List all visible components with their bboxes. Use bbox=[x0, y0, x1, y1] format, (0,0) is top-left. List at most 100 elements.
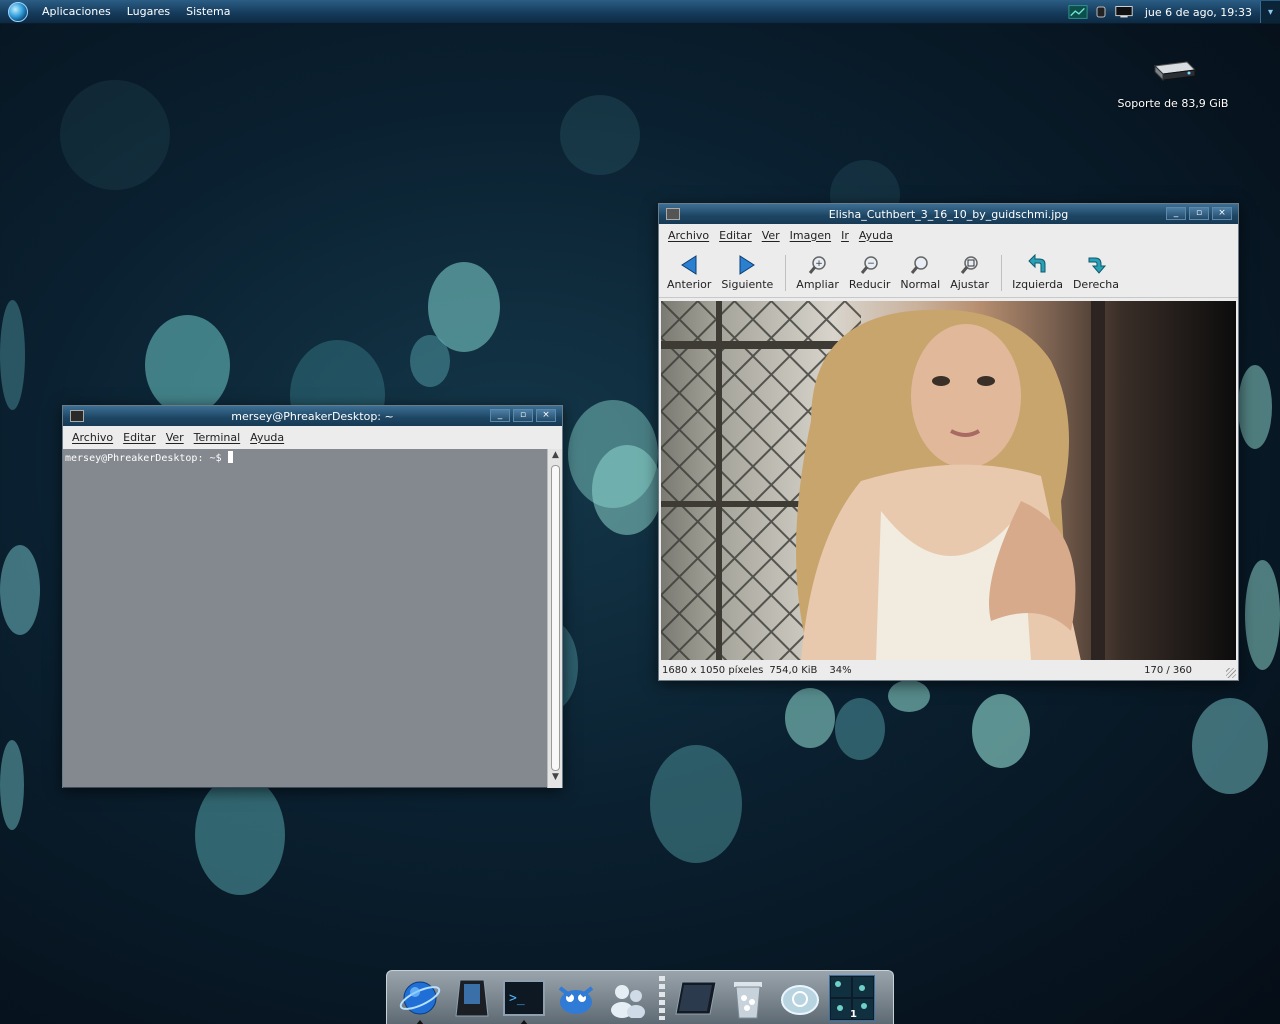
scroll-down-icon[interactable]: ▼ bbox=[548, 772, 563, 787]
workspace-number: 1 bbox=[850, 1008, 857, 1020]
zoom-fit-icon bbox=[960, 256, 978, 274]
viewer-title: Elisha_Cuthbert_3_16_10_by_guidschmi.jpg bbox=[828, 207, 1069, 221]
terminal-titlebar[interactable]: mersey@PhreakerDesktop: ~ _ ▫ × bbox=[63, 406, 562, 426]
dock-tablet[interactable] bbox=[673, 975, 719, 1021]
terminal-window[interactable]: mersey@PhreakerDesktop: ~ _ ▫ × Archivo … bbox=[62, 405, 563, 788]
menu-sistema[interactable]: Sistema bbox=[178, 5, 238, 18]
maximize-button[interactable]: ▫ bbox=[513, 409, 533, 422]
dock-browser[interactable] bbox=[397, 975, 443, 1024]
menu-editar[interactable]: Editar bbox=[118, 431, 161, 444]
volume-icon[interactable] bbox=[1094, 4, 1108, 20]
menu-terminal[interactable]: Terminal bbox=[189, 431, 246, 444]
toolbar-separator bbox=[1001, 255, 1003, 291]
menu-aplicaciones[interactable]: Aplicaciones bbox=[34, 5, 119, 18]
displayed-photo[interactable] bbox=[661, 301, 1236, 661]
rotate-right-button[interactable]: Derecha bbox=[1073, 254, 1119, 291]
minimize-button[interactable]: _ bbox=[1166, 207, 1186, 220]
distro-logo-icon[interactable] bbox=[8, 1, 28, 22]
svg-text:>_: >_ bbox=[509, 991, 525, 1006]
tablet-icon bbox=[675, 981, 717, 1014]
drive-icon bbox=[1153, 61, 1197, 82]
terminal-icon: >_ bbox=[503, 979, 545, 1016]
system-icon bbox=[455, 979, 489, 1016]
arrow-right-icon bbox=[739, 255, 756, 275]
close-button[interactable]: × bbox=[1212, 207, 1232, 220]
zoom-in-button[interactable]: + Ampliar bbox=[796, 254, 839, 291]
running-indicator bbox=[520, 1019, 528, 1024]
menu-archivo[interactable]: Archivo bbox=[67, 431, 118, 444]
dock-separator bbox=[659, 975, 665, 1020]
viewer-titlebar[interactable]: Elisha_Cuthbert_3_16_10_by_guidschmi.jpg… bbox=[659, 204, 1238, 224]
menu-ver[interactable]: Ver bbox=[161, 431, 189, 444]
menu-ir[interactable]: Ir bbox=[836, 229, 854, 242]
zoom-normal-button[interactable]: Normal bbox=[900, 254, 940, 291]
panel-clock[interactable]: jue 6 de ago, 19:33 bbox=[1137, 6, 1260, 19]
workspace-switcher[interactable]: 1 bbox=[829, 974, 875, 1021]
menu-editar[interactable]: Editar bbox=[714, 229, 757, 242]
image-dimensions: 1680 x 1050 píxeles bbox=[662, 664, 764, 676]
previous-label: Anterior bbox=[667, 278, 712, 291]
zoom-out-label: Reducir bbox=[848, 278, 891, 291]
rotate-left-icon bbox=[1027, 254, 1046, 273]
menu-ver[interactable]: Ver bbox=[757, 229, 785, 242]
zoom-fit-label: Ajustar bbox=[950, 278, 990, 291]
chat-icon bbox=[611, 984, 645, 1018]
scroll-thumb[interactable] bbox=[551, 465, 560, 771]
zoom-normal-icon bbox=[911, 256, 929, 274]
drive-label: Soporte de 83,9 GiB bbox=[1117, 97, 1229, 110]
zoom-normal-label: Normal bbox=[900, 278, 941, 291]
network-icon[interactable] bbox=[1114, 4, 1134, 20]
dock-gimp[interactable] bbox=[553, 975, 599, 1021]
menu-archivo[interactable]: Archivo bbox=[663, 229, 714, 242]
menu-imagen[interactable]: Imagen bbox=[785, 229, 836, 242]
terminal-title: mersey@PhreakerDesktop: ~ bbox=[231, 409, 394, 423]
zoom-in-label: Ampliar bbox=[796, 278, 839, 291]
rotate-right-icon bbox=[1088, 257, 1107, 274]
dock: >_ 1 bbox=[386, 970, 894, 1024]
rotate-right-label: Derecha bbox=[1072, 278, 1119, 291]
running-indicator bbox=[416, 1019, 424, 1024]
dock-power[interactable] bbox=[777, 975, 823, 1021]
dock-terminal[interactable]: >_ bbox=[501, 975, 547, 1024]
maximize-button[interactable]: ▫ bbox=[1189, 207, 1209, 220]
svg-text:−: − bbox=[867, 259, 875, 269]
terminal-cursor bbox=[227, 451, 233, 463]
photo-scene bbox=[661, 301, 1105, 661]
dock-chat[interactable] bbox=[605, 975, 651, 1021]
menu-ayuda[interactable]: Ayuda bbox=[245, 431, 289, 444]
rotate-left-button[interactable]: Izquierda bbox=[1012, 254, 1063, 291]
arrow-left-icon bbox=[681, 255, 697, 275]
zoom-fit-button[interactable]: Ajustar bbox=[950, 254, 989, 291]
gimp-icon bbox=[558, 985, 594, 1014]
image-zoom: 34% bbox=[829, 664, 852, 676]
menu-ayuda[interactable]: Ayuda bbox=[854, 229, 898, 242]
terminal-prompt: mersey@PhreakerDesktop: ~$ bbox=[65, 453, 222, 464]
resize-grip[interactable] bbox=[1226, 668, 1236, 678]
terminal-menubar: Archivo Editar Ver Terminal Ayuda bbox=[63, 426, 562, 448]
top-panel: Aplicaciones Lugares Sistema jue 6 de ag… bbox=[0, 0, 1280, 24]
dock-system[interactable] bbox=[449, 975, 495, 1021]
browser-icon bbox=[399, 981, 441, 1014]
viewer-statusbar: 1680 x 1050 píxeles 754,0 KiB 34% 170 / … bbox=[659, 660, 1238, 680]
monitor-applet-icon[interactable] bbox=[1068, 4, 1088, 20]
previous-button[interactable]: Anterior bbox=[667, 254, 711, 291]
power-icon bbox=[781, 984, 819, 1015]
zoom-out-button[interactable]: − Reducir bbox=[848, 254, 891, 291]
next-label: Siguiente bbox=[721, 278, 774, 291]
next-button[interactable]: Siguiente bbox=[721, 254, 773, 291]
menu-lugares[interactable]: Lugares bbox=[119, 5, 178, 18]
trash-icon bbox=[734, 981, 762, 1018]
svg-text:+: + bbox=[815, 259, 823, 269]
close-button[interactable]: × bbox=[536, 409, 556, 422]
image-viewer-window[interactable]: Elisha_Cuthbert_3_16_10_by_guidschmi.jpg… bbox=[658, 203, 1239, 681]
terminal-output[interactable]: mersey@PhreakerDesktop: ~$ bbox=[63, 449, 548, 788]
user-switcher-icon[interactable]: ▾ bbox=[1260, 1, 1280, 23]
toolbar-separator bbox=[785, 255, 787, 291]
scroll-up-icon[interactable]: ▲ bbox=[548, 450, 563, 465]
terminal-scrollbar[interactable]: ▲ ▼ bbox=[547, 449, 562, 788]
dock-trash[interactable] bbox=[725, 975, 771, 1021]
minimize-button[interactable]: _ bbox=[490, 409, 510, 422]
image-size: 754,0 KiB bbox=[769, 664, 818, 676]
viewer-toolbar: Anterior Siguiente + Ampliar − Reducir N… bbox=[659, 246, 1238, 298]
desktop-icon-drive[interactable]: Soporte de 83,9 GiB bbox=[1110, 56, 1236, 110]
